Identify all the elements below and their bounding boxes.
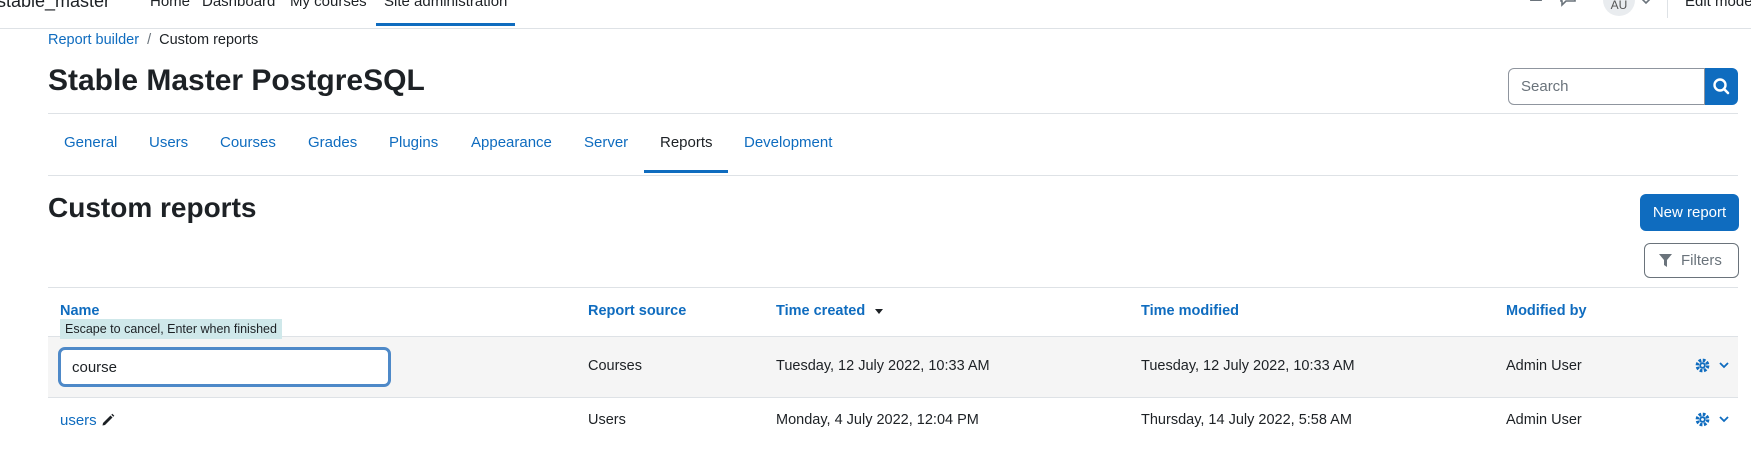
edit-pencil-icon[interactable]: [101, 413, 115, 432]
row-report-source: Users: [588, 412, 626, 428]
nav-home[interactable]: Home: [150, 0, 190, 10]
user-menu-chevron-icon[interactable]: [1641, 0, 1651, 10]
row-time-created: Monday, 4 July 2022, 12:04 PM: [776, 412, 979, 428]
tab-server[interactable]: Server: [584, 134, 628, 151]
nav-active-indicator: [376, 23, 515, 26]
row-actions-menu[interactable]: [1695, 358, 1735, 376]
chevron-down-icon: [1719, 362, 1729, 369]
filters-button[interactable]: Filters: [1644, 243, 1739, 278]
column-header-name[interactable]: Name: [60, 303, 100, 319]
navbar-divider: [1667, 0, 1668, 18]
gear-icon: [1695, 412, 1710, 427]
report-name-link[interactable]: users: [60, 412, 97, 429]
breadcrumb: Report builder / Custom reports: [48, 32, 258, 48]
row-time-modified: Tuesday, 12 July 2022, 10:33 AM: [1141, 358, 1355, 374]
tab-development[interactable]: Development: [744, 134, 832, 151]
row-modified-by: Admin User: [1506, 412, 1582, 428]
new-report-button[interactable]: New report: [1640, 194, 1739, 231]
notifications-icon[interactable]: [1528, 0, 1544, 10]
search-button[interactable]: [1705, 68, 1738, 105]
edit-mode-label[interactable]: Edit mode: [1685, 0, 1751, 10]
site-brand[interactable]: stable_master: [0, 0, 110, 12]
tab-appearance[interactable]: Appearance: [471, 134, 552, 151]
column-header-time-modified[interactable]: Time modified: [1141, 303, 1239, 319]
messages-icon[interactable]: [1560, 0, 1576, 10]
tab-users[interactable]: Users: [149, 134, 188, 151]
breadcrumb-report-builder[interactable]: Report builder: [48, 32, 139, 48]
search-icon: [1713, 78, 1730, 95]
tab-plugins[interactable]: Plugins: [389, 134, 438, 151]
tab-reports[interactable]: Reports: [660, 134, 713, 151]
row-actions-menu[interactable]: [1695, 412, 1735, 430]
inline-edit-hint: Escape to cancel, Enter when finished: [60, 319, 282, 339]
gear-icon: [1695, 358, 1710, 373]
nav-my-courses[interactable]: My courses: [290, 0, 367, 10]
row-modified-by: Admin User: [1506, 358, 1582, 374]
filters-button-label: Filters: [1681, 252, 1722, 269]
breadcrumb-separator: /: [147, 32, 152, 48]
row-time-created: Tuesday, 12 July 2022, 10:33 AM: [776, 358, 990, 374]
column-header-modified-by[interactable]: Modified by: [1506, 303, 1587, 319]
column-header-report-source[interactable]: Report source: [588, 303, 686, 319]
row-report-source: Courses: [588, 358, 642, 374]
column-header-time-created-label: Time created: [776, 303, 866, 319]
report-name-edit-input[interactable]: [58, 347, 391, 387]
tab-courses[interactable]: Courses: [220, 134, 276, 151]
column-header-time-created[interactable]: Time created: [776, 303, 885, 319]
active-tab-indicator: [644, 170, 728, 173]
sort-desc-icon: [875, 309, 884, 314]
search-box: [1508, 68, 1738, 105]
table-top-border: [48, 287, 1738, 288]
row-time-modified: Thursday, 14 July 2022, 5:58 AM: [1141, 412, 1352, 428]
chevron-down-icon: [1719, 416, 1729, 423]
nav-dashboard[interactable]: Dashboard: [202, 0, 275, 10]
page-title: Stable Master PostgreSQL: [48, 64, 425, 97]
filter-icon: [1659, 254, 1672, 267]
admin-tabs: General Users Courses Grades Plugins App…: [48, 113, 1738, 176]
breadcrumb-custom-reports: Custom reports: [159, 32, 259, 48]
section-title: Custom reports: [48, 192, 257, 223]
search-input[interactable]: [1508, 68, 1705, 105]
top-navbar: stable_master Home Dashboard My courses …: [0, 0, 1751, 29]
user-avatar[interactable]: AU: [1603, 0, 1635, 16]
tab-general[interactable]: General: [64, 134, 117, 151]
nav-site-administration[interactable]: Site administration: [384, 0, 507, 10]
tab-grades[interactable]: Grades: [308, 134, 357, 151]
